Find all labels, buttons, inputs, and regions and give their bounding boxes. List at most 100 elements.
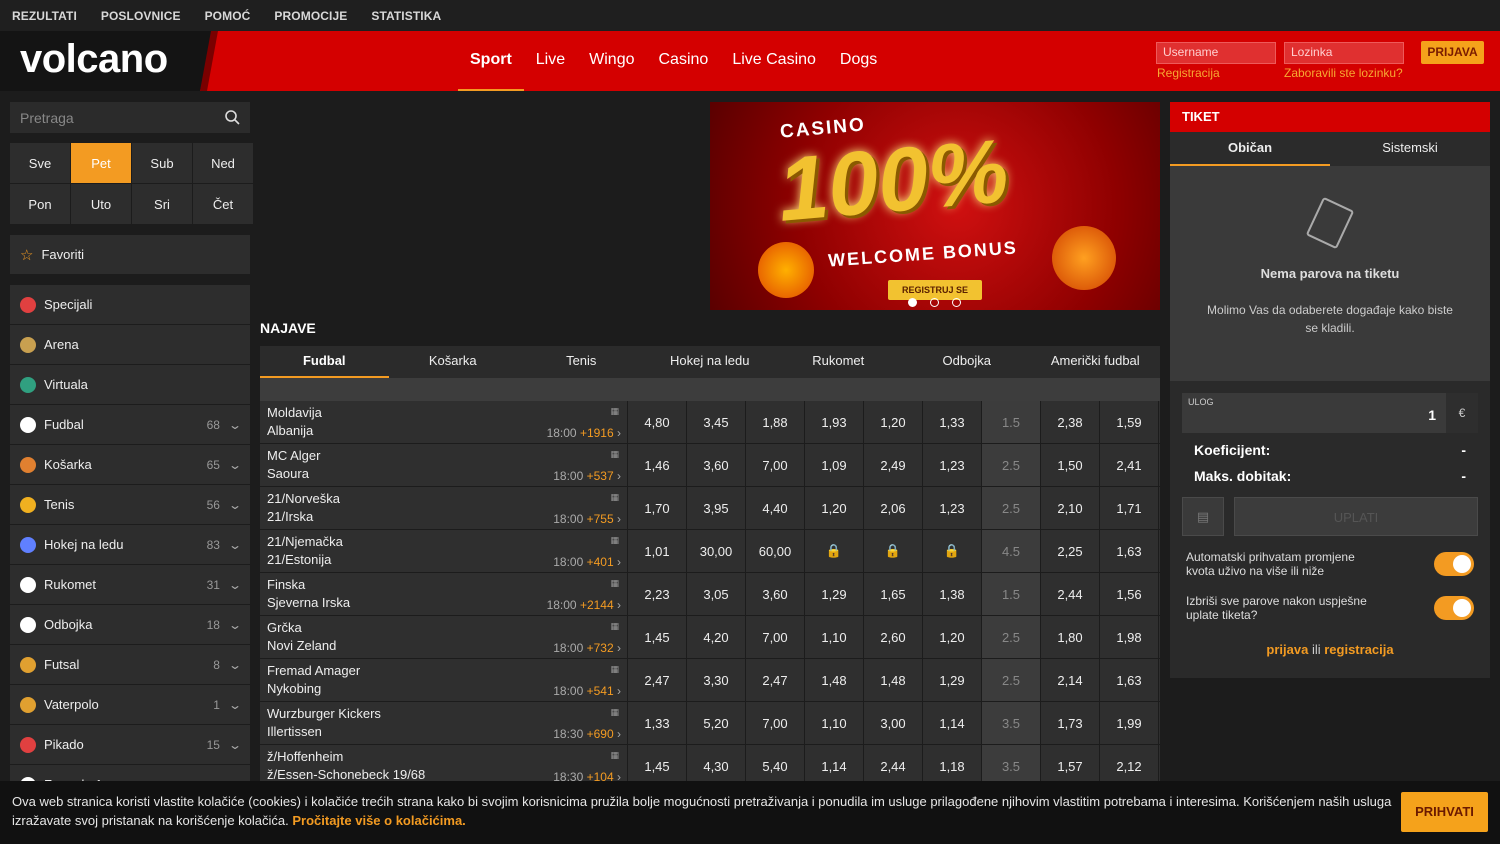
odd-button[interactable]: 1,33 <box>923 401 982 443</box>
stats-icon[interactable]: ▦ <box>610 449 621 460</box>
tab-kosarka[interactable]: Košarka <box>389 346 518 378</box>
odd-button[interactable]: 2,44 <box>1041 573 1100 615</box>
tab-fudbal[interactable]: Fudbal <box>260 346 389 378</box>
sidebar-item-1[interactable]: Arena <box>10 325 250 364</box>
nav-live-casino[interactable]: Live Casino <box>720 31 828 91</box>
chevron-down-icon[interactable]: ⌄ <box>228 578 242 592</box>
chevron-down-icon[interactable]: ⌄ <box>228 458 242 472</box>
match-teams[interactable]: Wurzburger Kickers Illertissen ▦ 18:30 +690… <box>260 702 628 744</box>
stats-icon[interactable]: ▦ <box>610 492 621 503</box>
odd-button[interactable]: 1,23 <box>923 487 982 529</box>
login-button[interactable]: PRIJAVA <box>1421 41 1484 64</box>
odd-button[interactable]: 1,20 <box>805 487 864 529</box>
odd-button[interactable]: 30,00 <box>687 530 746 572</box>
nav-wingo[interactable]: Wingo <box>577 31 646 91</box>
odd-button[interactable]: 7,00 <box>746 444 805 486</box>
odd-button[interactable]: 2,47 <box>628 659 687 701</box>
odd-button[interactable]: 1,14 <box>923 702 982 744</box>
odd-button[interactable]: 1,29 <box>923 659 982 701</box>
sidebar-item-10[interactable]: Vaterpolo 1 ⌄ <box>10 685 250 724</box>
top-link-statistika[interactable]: STATISTIKA <box>371 9 441 23</box>
register-link[interactable]: Registracija <box>1157 66 1220 80</box>
sidebar-item-9[interactable]: Futsal 8 ⌄ <box>10 645 250 684</box>
nav-casino[interactable]: Casino <box>647 31 721 91</box>
more-markets[interactable]: +755 <box>587 512 614 526</box>
day-uto[interactable]: Uto <box>71 184 131 224</box>
nav-sport[interactable]: Sport <box>458 31 524 91</box>
match-row[interactable]: 21/Njemačka 21/Estonija ▦ 18:00 +401 › 1,01 3… <box>260 530 1160 573</box>
odd-button[interactable]: 1,46 <box>628 444 687 486</box>
odd-button[interactable]: 2,23 <box>628 573 687 615</box>
odd-button[interactable]: 3,00 <box>864 702 923 744</box>
more-markets[interactable]: +1916 <box>580 426 614 440</box>
chevron-down-icon[interactable]: ⌄ <box>228 538 242 552</box>
day-sub[interactable]: Sub <box>132 143 192 183</box>
odd-button[interactable]: 1,09 <box>805 444 864 486</box>
tab-obican[interactable]: Običan <box>1170 132 1330 166</box>
odd-button[interactable]: 4,20 <box>687 616 746 658</box>
sidebar-item-3[interactable]: Fudbal 68 ⌄ <box>10 405 250 444</box>
odd-button[interactable]: 1,33 <box>628 702 687 744</box>
chevron-down-icon[interactable]: ⌄ <box>228 618 242 632</box>
match-teams[interactable]: 21/Norveška 21/Irska ▦ 18:00 +755 › <box>260 487 628 529</box>
match-row[interactable]: Grčka Novi Zeland ▦ 18:00 +732 › 1,45 4,20 7,0… <box>260 616 1160 659</box>
match-teams[interactable]: MC Alger Saoura ▦ 18:00 +537 › <box>260 444 628 486</box>
odd-button[interactable]: 2,10 <box>1041 487 1100 529</box>
stats-icon[interactable]: ▦ <box>610 750 621 761</box>
odd-button[interactable]: 1,48 <box>805 659 864 701</box>
nav-dogs[interactable]: Dogs <box>828 31 889 91</box>
stats-icon[interactable]: ▦ <box>610 406 621 417</box>
day-sve[interactable]: Sve <box>10 143 70 183</box>
login-link[interactable]: prijava <box>1266 642 1308 657</box>
carousel-dot[interactable] <box>930 298 939 307</box>
chevron-down-icon[interactable]: ⌄ <box>228 498 242 512</box>
more-markets[interactable]: +541 <box>587 684 614 698</box>
odd-button[interactable]: 1,98 <box>1100 616 1159 658</box>
tab-rukomet[interactable]: Rukomet <box>774 346 903 378</box>
nav-live[interactable]: Live <box>524 31 577 91</box>
odd-button[interactable]: 2,41 <box>1100 444 1159 486</box>
sidebar-item-4[interactable]: Košarka 65 ⌄ <box>10 445 250 484</box>
odd-button[interactable]: 2,25 <box>1041 530 1100 572</box>
tab-tenis[interactable]: Tenis <box>517 346 646 378</box>
odd-button[interactable]: 1,29 <box>805 573 864 615</box>
registration-link[interactable]: registracija <box>1324 642 1393 657</box>
match-row[interactable]: Fremad Amager Nykobing ▦ 18:00 +541 › 2,47 3,… <box>260 659 1160 702</box>
odd-button[interactable]: 3,30 <box>687 659 746 701</box>
odd-button[interactable]: 1,65 <box>864 573 923 615</box>
sidebar-item-11[interactable]: Pikado 15 ⌄ <box>10 725 250 764</box>
odd-button[interactable]: 2,60 <box>864 616 923 658</box>
odd-button[interactable]: 1,20 <box>923 616 982 658</box>
odd-button[interactable]: 1,93 <box>805 401 864 443</box>
odd-button[interactable]: 1,48 <box>864 659 923 701</box>
odd-button[interactable]: 4,80 <box>628 401 687 443</box>
odd-button[interactable]: 2,14 <box>1041 659 1100 701</box>
more-markets[interactable]: +732 <box>587 641 614 655</box>
day-cet[interactable]: Čet <box>193 184 253 224</box>
odd-button[interactable]: 1,73 <box>1041 702 1100 744</box>
odd-button[interactable]: 5,20 <box>687 702 746 744</box>
forgot-password-link[interactable]: Zaboravili ste lozinku? <box>1284 66 1403 80</box>
chevron-down-icon[interactable]: ⌄ <box>228 738 242 752</box>
more-markets[interactable]: +2144 <box>580 598 614 612</box>
odd-button[interactable]: 1,59 <box>1100 401 1159 443</box>
odd-button[interactable]: 1,80 <box>1041 616 1100 658</box>
auto-accept-toggle[interactable] <box>1434 552 1474 576</box>
sidebar-item-5[interactable]: Tenis 56 ⌄ <box>10 485 250 524</box>
odd-button[interactable]: 2,49 <box>864 444 923 486</box>
match-teams[interactable]: Grčka Novi Zeland ▦ 18:00 +732 › <box>260 616 628 658</box>
odd-button[interactable]: 4,40 <box>746 487 805 529</box>
carousel-dot[interactable] <box>908 298 917 307</box>
odd-button[interactable]: 1,20 <box>864 401 923 443</box>
odd-button[interactable]: 3,45 <box>687 401 746 443</box>
stake-value[interactable]: 1 <box>1428 407 1436 423</box>
match-row[interactable]: MC Alger Saoura ▦ 18:00 +537 › 1,46 3,60 7,00 1… <box>260 444 1160 487</box>
odd-button[interactable]: 1,63 <box>1100 530 1159 572</box>
sidebar-item-7[interactable]: Rukomet 31 ⌄ <box>10 565 250 604</box>
stats-icon[interactable]: ▦ <box>610 707 621 718</box>
more-markets[interactable]: +690 <box>587 727 614 741</box>
odd-button[interactable]: 1,01 <box>628 530 687 572</box>
odd-button[interactable]: 1,45 <box>628 616 687 658</box>
match-teams[interactable]: Finska Sjeverna Irska ▦ 18:00 +2144 › <box>260 573 628 615</box>
cookie-accept-button[interactable]: PRIHVATI <box>1401 792 1488 832</box>
